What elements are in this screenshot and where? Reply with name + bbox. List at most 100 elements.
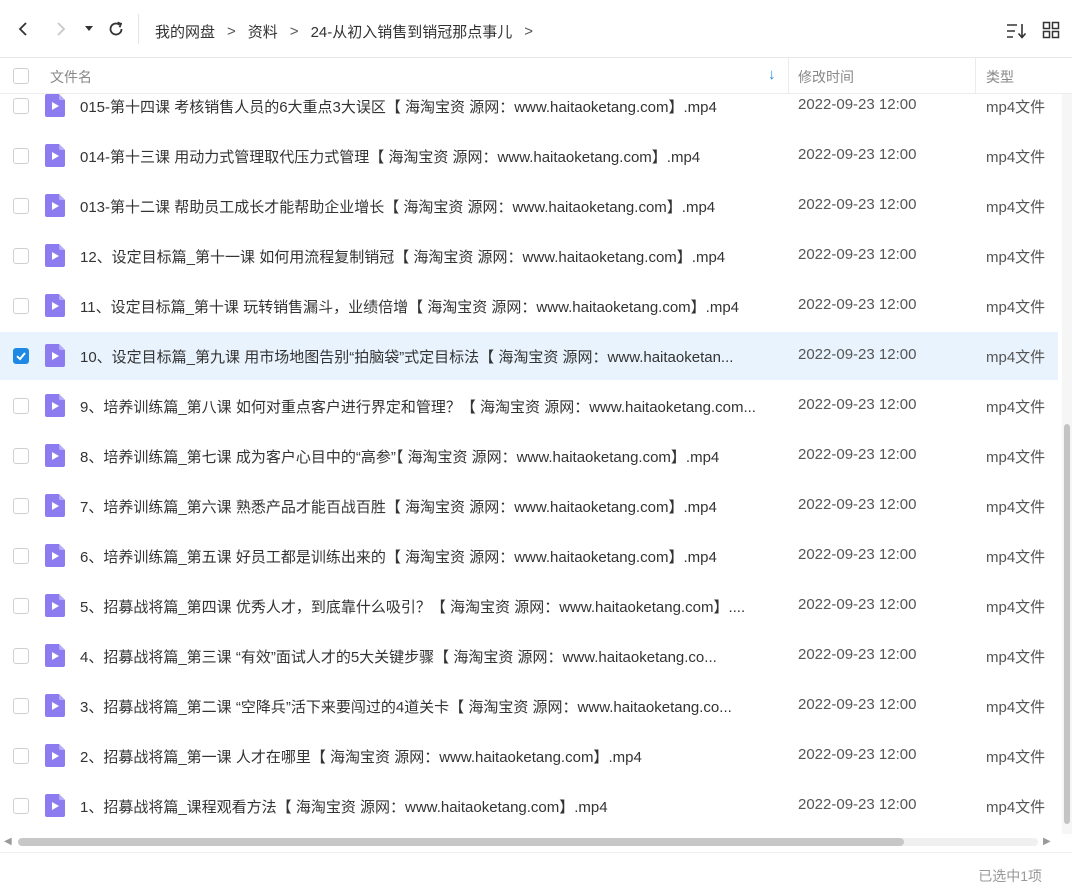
file-row[interactable]: 8、培养训练篇_第七课 成为客户心目中的“高参”【 海淘宝资 源网：www.ha… [0, 432, 1058, 480]
file-row[interactable]: 015-第十四课 考核销售人员的6大重点3大误区【 海淘宝资 源网：www.ha… [0, 94, 1058, 130]
file-row[interactable]: 013-第十二课 帮助员工成长才能帮助企业增长【 海淘宝资 源网：www.hai… [0, 182, 1058, 230]
row-checkbox[interactable] [13, 498, 29, 514]
file-modified-date: 2022-09-23 12:00 [798, 296, 917, 313]
file-row[interactable]: 12、设定目标篇_第十一课 如何用流程复制销冠【 海淘宝资 源网：www.hai… [0, 232, 1058, 280]
file-name[interactable]: 12、设定目标篇_第十一课 如何用流程复制销冠【 海淘宝资 源网：www.hai… [80, 246, 777, 267]
file-type: mp4文件 [986, 499, 1046, 516]
row-checkbox[interactable] [13, 698, 29, 714]
column-divider[interactable] [975, 58, 976, 94]
breadcrumb-separator[interactable]: > [524, 23, 533, 40]
row-checkbox[interactable] [13, 398, 29, 414]
file-type: mp4文件 [986, 749, 1046, 766]
file-modified-date: 2022-09-23 12:00 [798, 146, 917, 163]
column-header-modified[interactable]: 修改时间 [798, 67, 854, 87]
file-modified-date: 2022-09-23 12:00 [798, 396, 917, 413]
file-name[interactable]: 10、设定目标篇_第九课 用市场地图告别“拍脑袋”式定目标法【 海淘宝资 源网：… [80, 346, 777, 367]
file-name[interactable]: 5、招募战将篇_第四课 优秀人才，到底靠什么吸引？【 海淘宝资 源网：www.h… [80, 596, 777, 617]
file-row[interactable]: 2、招募战将篇_第一课 人才在哪里【 海淘宝资 源网：www.haitaoket… [0, 732, 1058, 780]
refresh-icon [109, 21, 123, 36]
column-header-name[interactable]: 文件名 [50, 67, 92, 87]
video-file-icon [45, 94, 65, 117]
file-row[interactable]: 7、培养训练篇_第六课 熟悉产品才能百战百胜【 海淘宝资 源网：www.hait… [0, 482, 1058, 530]
breadcrumb-item-current[interactable]: 24-从初入销售到销冠那点事儿 [311, 21, 513, 42]
horizontal-scrollbar[interactable]: ◀ ▶ [0, 834, 1058, 850]
file-modified-date: 2022-09-23 12:00 [798, 746, 917, 763]
row-checkbox[interactable] [13, 598, 29, 614]
history-dropdown-button[interactable] [79, 17, 99, 41]
file-modified-date: 2022-09-23 12:00 [798, 496, 917, 513]
file-name[interactable]: 013-第十二课 帮助员工成长才能帮助企业增长【 海淘宝资 源网：www.hai… [80, 196, 777, 217]
file-name[interactable]: 3、招募战将篇_第二课 “空降兵”活下来要闯过的4道关卡【 海淘宝资 源网：ww… [80, 696, 777, 717]
file-name[interactable]: 014-第十三课 用动力式管理取代压力式管理【 海淘宝资 源网：www.hait… [80, 146, 777, 167]
file-modified-date: 2022-09-23 12:00 [798, 96, 917, 113]
video-file-icon [45, 594, 65, 617]
grid-view-icon [1042, 21, 1060, 39]
video-file-icon [45, 494, 65, 517]
video-file-icon [45, 194, 65, 217]
file-row[interactable]: 9、培养训练篇_第八课 如何对重点客户进行界定和管理？【 海淘宝资 源网：www… [0, 382, 1058, 430]
breadcrumb-item-materials[interactable]: 资料 [248, 21, 278, 42]
file-name[interactable]: 6、培养训练篇_第五课 好员工都是训练出来的【 海淘宝资 源网：www.hait… [80, 546, 777, 567]
video-file-icon [45, 444, 65, 467]
file-name[interactable]: 9、培养训练篇_第八课 如何对重点客户进行界定和管理？【 海淘宝资 源网：www… [80, 396, 777, 417]
file-row[interactable]: 6、培养训练篇_第五课 好员工都是训练出来的【 海淘宝资 源网：www.hait… [0, 532, 1058, 580]
breadcrumb-separator: > [227, 22, 236, 40]
file-modified-date: 2022-09-23 12:00 [798, 596, 917, 613]
row-checkbox[interactable] [13, 448, 29, 464]
view-toggle-button[interactable] [1042, 21, 1064, 41]
toolbar-divider [138, 14, 139, 44]
row-checkbox[interactable] [13, 248, 29, 264]
forward-button[interactable] [49, 17, 73, 41]
breadcrumb-item-root[interactable]: 我的网盘 [155, 21, 215, 42]
row-checkbox[interactable] [13, 298, 29, 314]
file-type: mp4文件 [986, 399, 1046, 416]
vertical-scrollbar[interactable] [1062, 94, 1072, 834]
column-divider[interactable] [788, 58, 789, 94]
file-type: mp4文件 [986, 249, 1046, 266]
file-type: mp4文件 [986, 449, 1046, 466]
row-checkbox[interactable] [13, 98, 29, 114]
file-type: mp4文件 [986, 549, 1046, 566]
row-checkbox[interactable] [13, 648, 29, 664]
row-checkbox[interactable] [13, 348, 29, 364]
scroll-right-arrow-icon[interactable]: ▶ [1043, 836, 1051, 847]
toolbar: 我的网盘 > 资料 > 24-从初入销售到销冠那点事儿 > [0, 0, 1072, 58]
sort-button[interactable] [1005, 21, 1027, 41]
refresh-button[interactable] [104, 17, 128, 41]
select-all-checkbox[interactable] [13, 68, 29, 84]
file-name[interactable]: 1、招募战将篇_课程观看方法【 海淘宝资 源网：www.haitaoketang… [80, 796, 777, 817]
column-header-type[interactable]: 类型 [986, 67, 1014, 87]
file-row[interactable]: 5、招募战将篇_第四课 优秀人才，到底靠什么吸引？【 海淘宝资 源网：www.h… [0, 582, 1058, 630]
file-type: mp4文件 [986, 649, 1046, 666]
horizontal-scrollbar-thumb[interactable] [18, 838, 904, 846]
file-row[interactable]: 10、设定目标篇_第九课 用市场地图告别“拍脑袋”式定目标法【 海淘宝资 源网：… [0, 332, 1058, 380]
row-checkbox[interactable] [13, 198, 29, 214]
row-checkbox[interactable] [13, 148, 29, 164]
row-checkbox[interactable] [13, 798, 29, 814]
file-modified-date: 2022-09-23 12:00 [798, 546, 917, 563]
file-name[interactable]: 015-第十四课 考核销售人员的6大重点3大误区【 海淘宝资 源网：www.ha… [80, 96, 777, 117]
row-checkbox[interactable] [13, 548, 29, 564]
file-row[interactable]: 11、设定目标篇_第十课 玩转销售漏斗，业绩倍增【 海淘宝资 源网：www.ha… [0, 282, 1058, 330]
file-row[interactable]: 014-第十三课 用动力式管理取代压力式管理【 海淘宝资 源网：www.hait… [0, 132, 1058, 180]
back-button[interactable] [11, 17, 35, 41]
row-checkbox[interactable] [13, 748, 29, 764]
video-file-icon [45, 744, 65, 767]
file-name[interactable]: 4、招募战将篇_第三课 “有效”面试人才的5大关键步骤【 海淘宝资 源网：www… [80, 646, 777, 667]
file-type: mp4文件 [986, 99, 1046, 116]
file-row[interactable]: 4、招募战将篇_第三课 “有效”面试人才的5大关键步骤【 海淘宝资 源网：www… [0, 632, 1058, 680]
file-type: mp4文件 [986, 799, 1046, 816]
file-row[interactable]: 1、招募战将篇_课程观看方法【 海淘宝资 源网：www.haitaoketang… [0, 782, 1058, 830]
file-name[interactable]: 7、培养训练篇_第六课 熟悉产品才能百战百胜【 海淘宝资 源网：www.hait… [80, 496, 777, 517]
column-header: 文件名 ↓ 修改时间 类型 [0, 58, 1072, 94]
video-file-icon [45, 644, 65, 667]
sort-icon [1007, 24, 1027, 39]
file-list: 015-第十四课 考核销售人员的6大重点3大误区【 海淘宝资 源网：www.ha… [0, 94, 1072, 832]
file-name[interactable]: 11、设定目标篇_第十课 玩转销售漏斗，业绩倍增【 海淘宝资 源网：www.ha… [80, 296, 777, 317]
vertical-scrollbar-thumb[interactable] [1064, 424, 1070, 824]
file-name[interactable]: 2、招募战将篇_第一课 人才在哪里【 海淘宝资 源网：www.haitaoket… [80, 746, 777, 767]
file-row[interactable]: 3、招募战将篇_第二课 “空降兵”活下来要闯过的4道关卡【 海淘宝资 源网：ww… [0, 682, 1058, 730]
scroll-left-arrow-icon[interactable]: ◀ [4, 836, 12, 847]
file-name[interactable]: 8、培养训练篇_第七课 成为客户心目中的“高参”【 海淘宝资 源网：www.ha… [80, 446, 777, 467]
sort-desc-arrow-icon[interactable]: ↓ [768, 66, 776, 83]
